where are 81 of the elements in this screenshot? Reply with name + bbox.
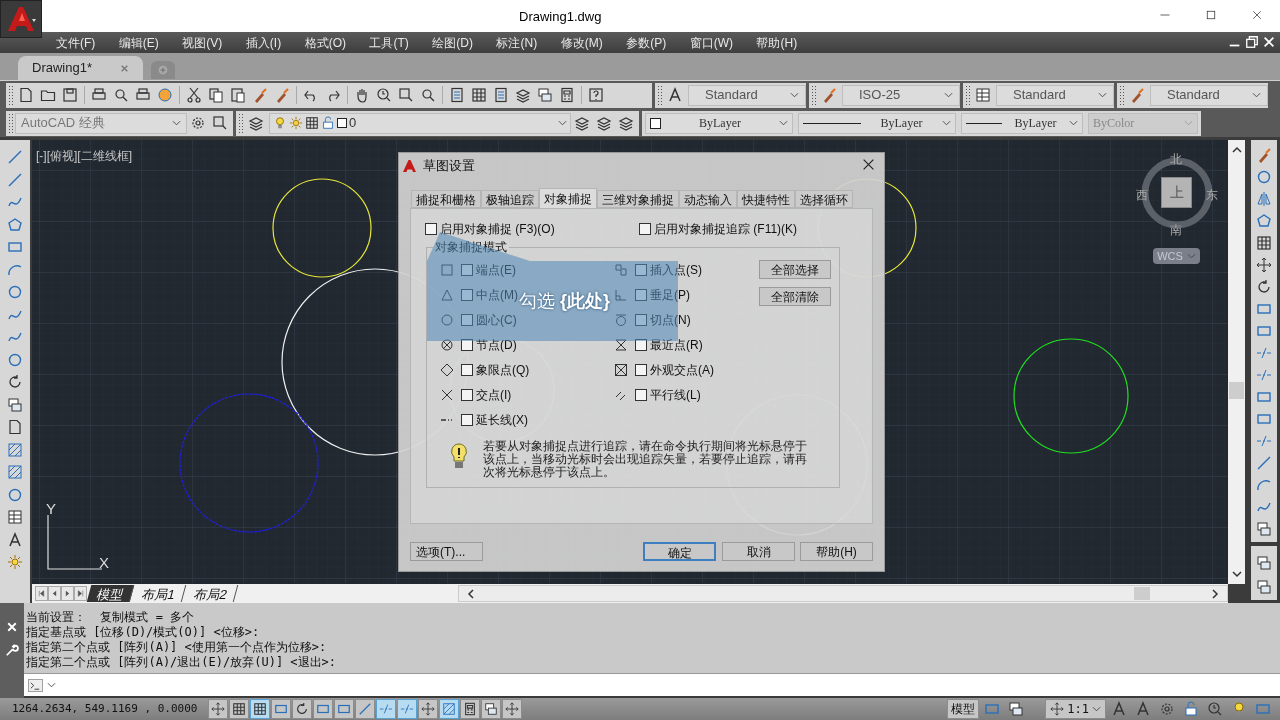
checkbox-label: 外观交点(A)	[650, 362, 714, 379]
dialog-tab[interactable]: 极轴追踪	[481, 190, 539, 208]
compass-label: 南	[1170, 222, 1182, 239]
dropdown-value: ByLayer	[879, 115, 924, 132]
checkbox-label: 中点(M)	[476, 287, 518, 304]
compass-label: 北	[1170, 151, 1182, 168]
dropdown-value: Standard	[1166, 86, 1220, 105]
annotation-scale-button[interactable]: 1:1	[1045, 699, 1106, 719]
command-history-line: 指定基点或 [位移(D)/模式(O)] <位移>:	[26, 625, 261, 640]
checkbox-label: 延长线(X)	[476, 412, 528, 429]
checkbox-label: 平行线(L)	[650, 387, 701, 404]
help-button[interactable]: 帮助(H)	[800, 542, 873, 561]
menu-item[interactable]: 插入(I)	[235, 33, 292, 52]
style-dropdown[interactable]: Standard	[996, 84, 1114, 106]
scale-value: 1:1	[1067, 701, 1089, 718]
menu-item[interactable]: 参数(P)	[616, 33, 677, 52]
checkbox-label: 象限点(Q)	[476, 362, 530, 379]
file-tab-label: Drawing1*	[32, 59, 92, 78]
cancel-button[interactable]: 取消	[722, 542, 795, 561]
menu-item[interactable]: 窗口(W)	[679, 33, 743, 52]
dropdown-value: AutoCAD 经典	[21, 114, 105, 133]
menu-item[interactable]: 文件(F)	[46, 33, 106, 52]
compass-label: 西	[1136, 187, 1148, 204]
command-history-line: 指定第二个点或 [阵列(A)/退出(E)/放弃(U)] <退出>:	[26, 655, 338, 670]
checkbox-label: 启用对象捕捉 (F3)(O)	[440, 221, 555, 238]
axis-label: X	[99, 553, 109, 573]
coordinates-readout: 1264.2634, 549.1169 , 0.0000	[11, 700, 199, 717]
clear-all-button[interactable]: 全部清除	[759, 287, 831, 306]
model-space-button[interactable]: 模型	[947, 699, 980, 719]
style-dropdown[interactable]: Standard	[688, 84, 806, 106]
dropdown-value: Standard	[1012, 86, 1066, 105]
viewport-label[interactable]: [-][俯视][二维线框]	[36, 147, 132, 165]
hint-text: 若要从对象捕捉点进行追踪，请在命令执行期间将光标悬停于该点上，当移动光标时会出现追踪矢量，若要停止追踪，请再次将光标悬停于该点上。	[483, 440, 808, 479]
dialog-tab[interactable]: 捕捉和栅格	[411, 190, 481, 208]
dialog-tab[interactable]: 三维对象捕捉	[597, 190, 679, 208]
dropdown-value: ByLayer	[1013, 115, 1058, 132]
callout-text: 勾选 {此处}	[519, 290, 611, 313]
menu-item[interactable]: 编辑(E)	[108, 33, 169, 52]
checkbox-label: 插入点(S)	[650, 262, 702, 279]
checkbox-label: 最近点(R)	[650, 337, 703, 354]
lineweight-dropdown[interactable]: ByLayer	[961, 112, 1083, 134]
command-history-line: 指定第二个点或 [阵列(A)] <使用第一个点作为位移>:	[26, 640, 328, 655]
axis-label: Y	[46, 499, 56, 519]
dialog-tab[interactable]: 选择循环	[795, 190, 853, 208]
select-all-button[interactable]: 全部选择	[759, 260, 831, 279]
command-history-line: 当前设置： 复制模式 = 多个	[26, 610, 196, 625]
checkbox-label: 端点(E)	[476, 262, 516, 279]
checkbox-label: 切点(N)	[650, 312, 691, 329]
file-tab[interactable]: Drawing1*	[18, 56, 143, 80]
checkbox-label: 垂足(P)	[650, 287, 690, 304]
style-dropdown[interactable]: Standard	[1150, 84, 1268, 106]
viewcube-face[interactable]: 上	[1161, 177, 1192, 208]
linetype-dropdown[interactable]: ByLayer	[798, 112, 956, 134]
dialog-tab[interactable]: 对象捕捉	[539, 188, 597, 208]
color-dropdown[interactable]: ByLayer	[645, 112, 793, 134]
dialog-tab[interactable]: 动态输入	[679, 190, 737, 208]
dialog-title: 草图设置	[423, 156, 475, 175]
checkbox-label: 圆心(C)	[476, 312, 517, 329]
menu-item[interactable]: 工具(T)	[359, 33, 419, 52]
menu-item[interactable]: 标注(N)	[486, 33, 548, 52]
dialog-tab[interactable]: 快捷特性	[737, 190, 795, 208]
menu-item[interactable]: 格式(O)	[294, 33, 356, 52]
style-dropdown[interactable]: ISO-25	[842, 84, 960, 106]
options-button[interactable]: 选项(T)...	[410, 542, 483, 561]
checkbox-label: 交点(I)	[476, 387, 512, 404]
dropdown-value: ISO-25	[858, 86, 901, 105]
checkbox-label: 启用对象捕捉追踪 (F11)(K)	[654, 221, 798, 238]
ok-button[interactable]: 确定	[643, 542, 716, 561]
dropdown-value: 0	[349, 114, 358, 133]
layer-dropdown[interactable]: 0	[269, 112, 571, 134]
menu-item[interactable]: 帮助(H)	[746, 33, 808, 52]
dropdown-value: Standard	[704, 86, 758, 105]
checkbox-label: 节点(D)	[476, 337, 517, 354]
dropdown-value: ByLayer	[698, 115, 742, 132]
menu-item[interactable]: 修改(M)	[550, 33, 613, 52]
dropdown-value: ByColor	[1093, 115, 1136, 132]
layout-tab[interactable]: 模型	[86, 585, 135, 602]
window-title: Drawing1.dwg	[519, 8, 602, 26]
compass-label: 东	[1206, 187, 1218, 204]
menu-item[interactable]: 绘图(D)	[422, 33, 483, 52]
menu-item[interactable]: 视图(V)	[172, 33, 233, 52]
